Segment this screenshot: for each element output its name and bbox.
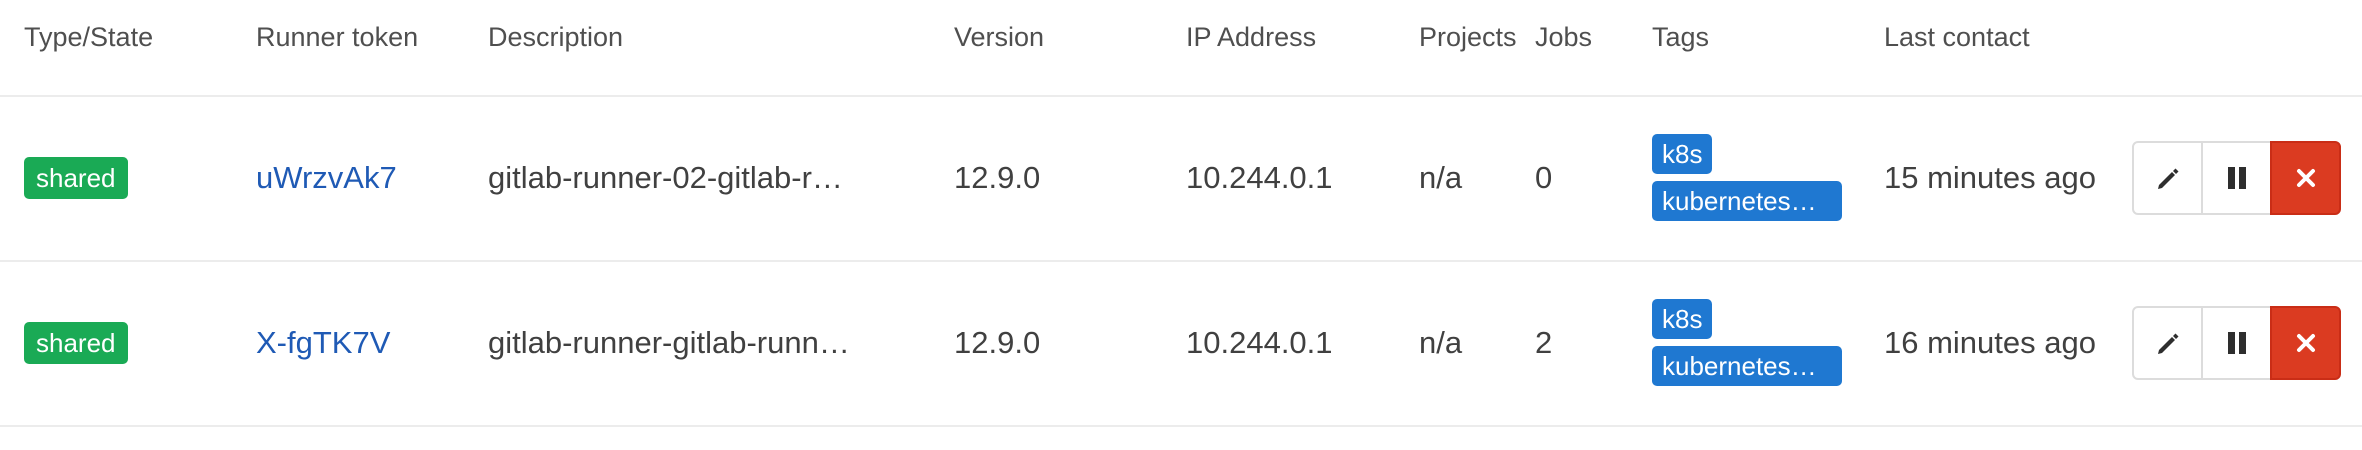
- header-ip-address: IP Address: [1186, 22, 1317, 52]
- close-icon: [2295, 167, 2317, 189]
- header-type-state: Type/State: [24, 22, 154, 52]
- runner-actions: [2132, 140, 2341, 215]
- tags-cell: k8s kubernetes…: [1652, 260, 1842, 425]
- pause-runner-button[interactable]: [2201, 140, 2272, 215]
- ip-address-cell: 10.244.0.1: [1186, 95, 1333, 260]
- pause-icon: [2224, 329, 2250, 357]
- actions-cell: [2132, 95, 2341, 260]
- runner-actions: [2132, 305, 2341, 380]
- type-state-cell: shared: [24, 95, 128, 260]
- runner-token-link[interactable]: uWrzvAk7: [256, 160, 397, 196]
- projects-cell: n/a: [1419, 95, 1462, 260]
- runners-table: Type/State Runner token Description Vers…: [0, 0, 2362, 450]
- close-icon: [2295, 332, 2317, 354]
- runner-last-contact: 15 minutes ago: [1884, 159, 2096, 195]
- header-projects: Projects: [1419, 22, 1517, 52]
- table-header: Type/State Runner token Description Vers…: [0, 0, 2362, 97]
- tag-badge: k8s: [1652, 299, 1713, 339]
- pencil-icon: [2155, 330, 2181, 356]
- header-version: Version: [954, 22, 1045, 52]
- last-contact-cell: 15 minutes ago: [1884, 95, 2096, 260]
- description-cell: gitlab-runner-02-gitlab-r…: [488, 95, 868, 260]
- runner-token-cell: uWrzvAk7: [256, 95, 397, 260]
- table-row: shared uWrzvAk7 gitlab-runner-02-gitlab-…: [0, 95, 2362, 262]
- runner-version: 12.9.0: [954, 324, 1041, 360]
- runner-token-link[interactable]: X-fgTK7V: [256, 325, 390, 361]
- description-cell: gitlab-runner-gitlab-runn…: [488, 260, 868, 425]
- version-cell: 12.9.0: [954, 260, 1040, 425]
- runner-ip-address: 10.244.0.1: [1186, 324, 1333, 360]
- ip-address-cell: 10.244.0.1: [1186, 260, 1333, 425]
- runner-projects: n/a: [1419, 324, 1463, 360]
- remove-runner-button[interactable]: [2270, 305, 2341, 380]
- runner-version: 12.9.0: [954, 159, 1041, 195]
- edit-runner-button[interactable]: [2132, 305, 2203, 380]
- shared-badge: shared: [24, 321, 128, 364]
- header-last-contact: Last contact: [1884, 22, 2030, 52]
- runner-last-contact: 16 minutes ago: [1884, 324, 2096, 360]
- tag-badge: k8s: [1652, 134, 1713, 174]
- jobs-cell: 0: [1535, 95, 1552, 260]
- edit-runner-button[interactable]: [2132, 140, 2203, 215]
- runner-token-cell: X-fgTK7V: [256, 260, 390, 425]
- version-cell: 12.9.0: [954, 95, 1040, 260]
- last-contact-cell: 16 minutes ago: [1884, 260, 2096, 425]
- pencil-icon: [2155, 165, 2181, 191]
- tag-badge: kubernetes…: [1652, 181, 1842, 221]
- runner-description: gitlab-runner-02-gitlab-r…: [488, 159, 843, 195]
- runner-jobs: 2: [1535, 324, 1553, 360]
- type-state-cell: shared: [24, 260, 128, 425]
- pause-runner-button[interactable]: [2201, 305, 2272, 380]
- tags-cell: k8s kubernetes…: [1652, 95, 1842, 260]
- runner-ip-address: 10.244.0.1: [1186, 159, 1333, 195]
- header-description: Description: [488, 22, 624, 52]
- header-runner-token: Runner token: [256, 22, 419, 52]
- runner-projects: n/a: [1419, 159, 1463, 195]
- jobs-cell: 2: [1535, 260, 1552, 425]
- shared-badge: shared: [24, 156, 128, 199]
- projects-cell: n/a: [1419, 260, 1462, 425]
- pause-icon: [2224, 164, 2250, 192]
- header-tags: Tags: [1652, 22, 1710, 52]
- header-jobs: Jobs: [1535, 22, 1593, 52]
- remove-runner-button[interactable]: [2270, 140, 2341, 215]
- runner-jobs: 0: [1535, 159, 1553, 195]
- actions-cell: [2132, 260, 2341, 425]
- table-row: shared X-fgTK7V gitlab-runner-gitlab-run…: [0, 260, 2362, 427]
- tag-badge: kubernetes…: [1652, 346, 1842, 386]
- runner-description: gitlab-runner-gitlab-runn…: [488, 324, 850, 360]
